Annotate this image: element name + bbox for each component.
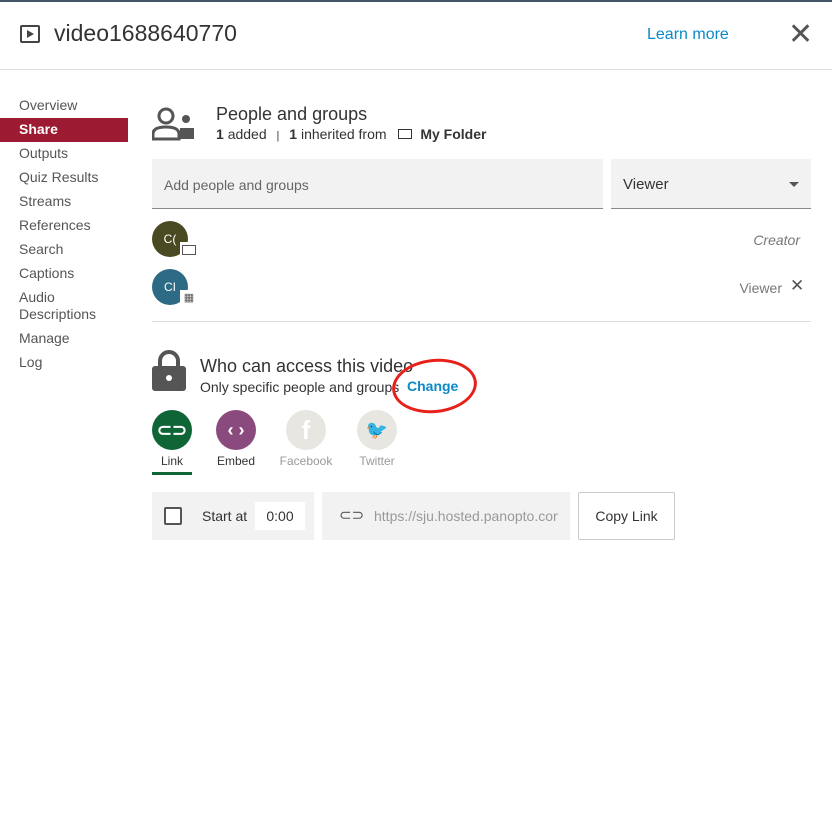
building-icon: ▦ <box>180 290 198 306</box>
folder-icon <box>180 242 198 258</box>
nav-streams[interactable]: Streams <box>0 190 128 214</box>
inherited-label: inherited from <box>300 126 387 142</box>
nav-share[interactable]: Share <box>0 118 128 142</box>
people-icon <box>152 107 194 141</box>
divider <box>0 69 832 70</box>
nav-manage[interactable]: Manage <box>0 327 128 351</box>
people-summary: 1 added | 1 inherited from My Folder <box>216 126 486 142</box>
start-time-input[interactable]: 0:00 <box>255 502 305 530</box>
tab-twitter[interactable]: Twitter <box>342 454 412 468</box>
lock-icon <box>152 350 186 391</box>
start-at-box: Start at 0:00 <box>152 492 314 540</box>
link-url-box: ⊂⊃ https://sju.hosted.panopto.com <box>322 492 570 540</box>
tab-link[interactable]: Link <box>137 454 207 468</box>
start-at-checkbox[interactable] <box>164 507 182 525</box>
role-select-value: Viewer <box>623 176 669 193</box>
member-role-select[interactable]: Viewer <box>739 280 782 296</box>
tab-embed[interactable]: Embed <box>201 454 271 468</box>
embed-icon[interactable]: ‹ › <box>216 410 256 450</box>
tab-facebook[interactable]: Facebook <box>271 454 341 468</box>
added-count: 1 <box>216 126 224 142</box>
folder-link[interactable]: My Folder <box>420 126 486 142</box>
nav-references[interactable]: References <box>0 214 128 238</box>
divider <box>152 321 811 322</box>
role-select[interactable]: Viewer <box>611 159 811 209</box>
added-label: added <box>227 126 267 142</box>
link-share-icon[interactable]: ⊂⊃ <box>152 410 192 450</box>
separator: | <box>276 130 280 142</box>
sidebar-nav: Overview Share Outputs Quiz Results Stre… <box>0 94 128 375</box>
member-role: Creator <box>753 232 800 248</box>
video-icon <box>20 25 40 43</box>
facebook-icon[interactable]: f <box>286 410 326 450</box>
link-icon: ⊂⊃ <box>339 507 365 524</box>
remove-member-icon[interactable]: ✕ <box>790 276 804 296</box>
nav-quiz-results[interactable]: Quiz Results <box>0 166 128 190</box>
access-value: Only specific people and groups <box>200 379 400 395</box>
access-title: Who can access this video <box>200 356 414 376</box>
twitter-icon[interactable]: 🐦 <box>357 410 397 450</box>
page-title: video1688640770 <box>54 20 237 46</box>
add-people-input[interactable]: Add people and groups <box>152 159 603 209</box>
nav-outputs[interactable]: Outputs <box>0 142 128 166</box>
folder-icon <box>398 129 413 139</box>
inherited-count: 1 <box>289 126 298 142</box>
nav-captions[interactable]: Captions <box>0 262 128 286</box>
learn-more-link[interactable]: Learn more <box>647 26 729 44</box>
nav-audio-descriptions[interactable]: Audio Descriptions <box>0 286 110 327</box>
nav-log[interactable]: Log <box>0 351 128 375</box>
copy-link-button[interactable]: Copy Link <box>578 492 675 540</box>
link-url-field[interactable]: https://sju.hosted.panopto.com <box>374 508 558 524</box>
start-at-label: Start at <box>202 508 248 524</box>
active-tab-indicator <box>152 472 192 475</box>
nav-search[interactable]: Search <box>0 238 128 262</box>
people-title: People and groups <box>216 104 368 124</box>
nav-overview[interactable]: Overview <box>0 94 128 118</box>
chevron-down-icon <box>789 182 799 187</box>
close-icon[interactable]: ✕ <box>788 20 813 50</box>
